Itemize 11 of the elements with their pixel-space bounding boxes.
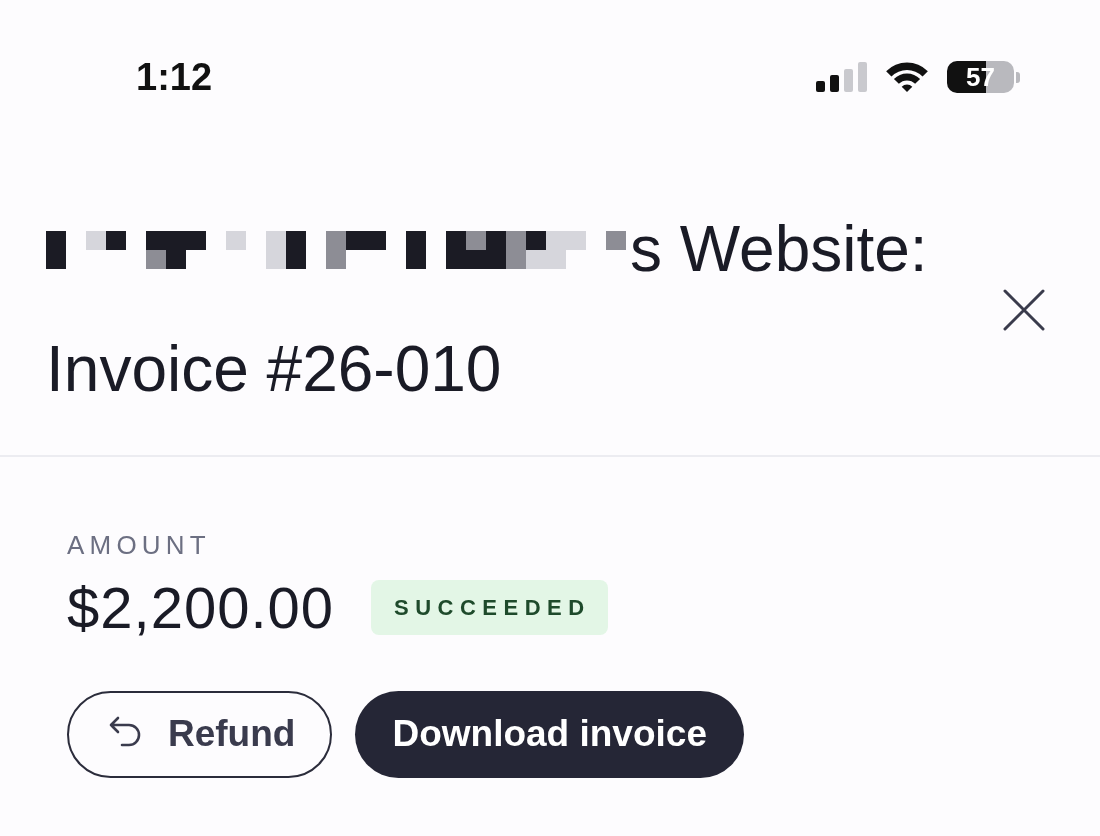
refund-button[interactable]: Refund (67, 690, 333, 778)
heading-text: Invoice #26-010 (46, 333, 502, 407)
close-icon[interactable] (1003, 289, 1045, 331)
download-invoice-button[interactable]: Download invoice (355, 690, 744, 778)
heading-text: s Website: (630, 213, 928, 287)
amount-label: AMOUNT (67, 530, 211, 560)
status-badge: SUCCEEDED (371, 580, 608, 636)
signal-icon (816, 62, 867, 92)
status-time: 1:12 (136, 55, 213, 99)
amount-value: $2,200.00 (67, 576, 335, 640)
wifi-icon (886, 61, 928, 93)
